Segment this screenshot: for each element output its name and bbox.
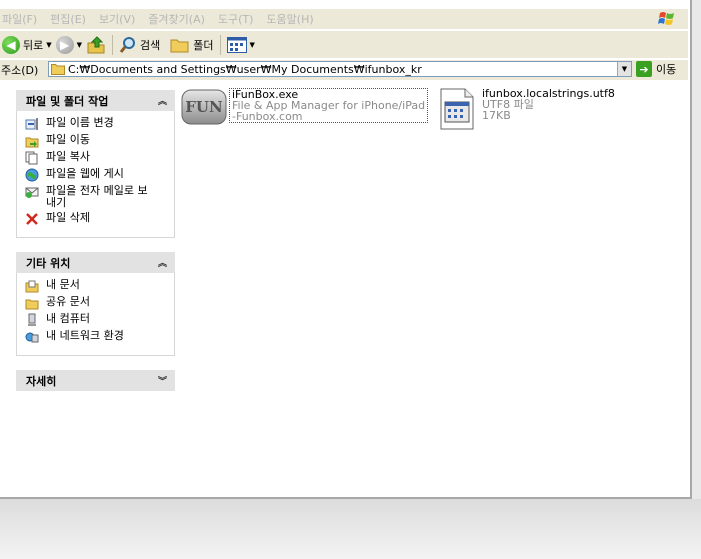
place-network[interactable]: 내 네트워크 환경 [25,330,168,344]
file-tasks-panel: 파일 및 폴더 작업 ︽ 파일 이름 변경 파일 이동 파일 복사 파일을 웹에… [16,90,175,238]
toolbar-separator [219,34,221,55]
app-icon-text: FUN [185,98,223,116]
file-item[interactable]: FUN iFunBox.exe File & App Manager for i… [181,88,429,128]
folders-icon [170,39,189,52]
task-copy[interactable]: 파일 복사 [25,151,168,165]
back-dropdown-icon[interactable]: ▼ [46,41,51,49]
place-my-documents[interactable]: 내 문서 [25,279,168,293]
up-folder-button[interactable] [84,33,108,57]
menu-help[interactable]: 도움말(H) [266,11,313,27]
file-item[interactable]: ifunbox.localstrings.utf8 UTF8 파일 17KB [440,88,615,130]
details-panel: 자세히 ︾ [16,370,175,391]
search-label: 검색 [140,38,161,52]
file-size: 17KB [482,109,511,122]
other-places-header[interactable]: 기타 위치 ︽ [16,252,175,273]
file-label-group: iFunBox.exe File & App Manager for iPhon… [229,88,429,123]
menu-file[interactable]: 파일(F) [2,11,37,27]
network-places-icon [25,332,39,343]
task-pane: 파일 및 폴더 작업 ︽ 파일 이름 변경 파일 이동 파일 복사 파일을 웹에… [16,90,175,405]
address-path: C:₩Documents and Settings₩user₩My Docume… [68,62,422,76]
other-places-list: 내 문서 공유 문서 내 컴퓨터 내 네트워크 환경 [16,273,175,356]
menu-bar: 파일(F) 편집(E) 보기(V) 즐겨찾기(A) 도구(T) 도움말(H) [0,9,688,29]
email-icon [25,187,39,198]
forward-dropdown-icon[interactable]: ▼ [77,41,82,49]
task-email[interactable]: 파일을 전자 메일로 보 내기 [25,185,168,209]
views-icon [226,36,247,53]
up-folder-icon [87,35,105,53]
other-places-title: 기타 위치 [26,256,71,270]
menu-tools[interactable]: 도구(T) [218,11,254,27]
forward-button[interactable]: ▶ ▼ [54,33,84,57]
rename-icon [25,118,38,130]
details-title: 자세히 [26,374,57,388]
file-company: -Funbox.com [232,110,303,123]
ifunbox-app-icon: FUN [181,89,227,125]
go-arrow-icon: ➔ [636,61,652,77]
forward-arrow-icon: ▶ [55,35,74,54]
address-input[interactable]: C:₩Documents and Settings₩user₩My Docume… [48,61,632,77]
place-my-computer[interactable]: 내 컴퓨터 [25,313,168,327]
file-label-group: ifunbox.localstrings.utf8 UTF8 파일 17KB [482,88,615,121]
task-publish-web[interactable]: 파일을 웹에 게시 [25,168,168,182]
address-bar: 주소(D) C:₩Documents and Settings₩user₩My … [0,59,688,81]
views-button[interactable]: ▼ [225,33,257,57]
menu-favorites[interactable]: 즐겨찾기(A) [148,11,205,27]
move-icon [25,137,39,148]
menu-edit[interactable]: 편집(E) [50,11,86,27]
window-bottom-shadow [0,499,701,559]
details-header[interactable]: 자세히 ︾ [16,370,175,391]
folder-view: 파일 및 폴더 작업 ︽ 파일 이름 변경 파일 이동 파일 복사 파일을 웹에… [0,80,688,497]
file-tasks-header[interactable]: 파일 및 폴더 작업 ︽ [16,90,175,111]
windows-logo-icon [658,12,674,25]
collapse-chevron-icon[interactable]: ︽ [158,94,167,107]
copy-icon [25,151,38,165]
toolbar-separator [112,34,114,55]
back-label: 뒤로 [23,38,44,52]
text-file-icon [440,88,474,130]
back-arrow-icon: ◀ [2,35,20,54]
folders-button[interactable]: 폴더 [168,33,215,57]
other-places-panel: 기타 위치 ︽ 내 문서 공유 문서 내 컴퓨터 내 네트워크 환경 [16,252,175,356]
go-button[interactable]: ➔ 이동 [636,61,676,77]
task-move[interactable]: 파일 이동 [25,134,168,148]
my-documents-icon [25,280,39,293]
explorer-window: 파일(F) 편집(E) 보기(V) 즐겨찾기(A) 도구(T) 도움말(H) ◀… [0,0,692,499]
task-delete[interactable]: 파일 삭제 [25,212,168,226]
standard-toolbar: ◀ 뒤로 ▼ ▶ ▼ 검색 폴더 ▼ [0,30,688,58]
folder-icon [51,64,65,75]
web-publish-icon [25,168,39,182]
shared-documents-icon [25,299,39,310]
address-label: 주소(D) [1,64,39,77]
address-dropdown-icon[interactable]: ▼ [617,62,631,76]
back-button[interactable]: ◀ 뒤로 ▼ [0,33,54,57]
folders-label: 폴더 [193,38,214,52]
task-rename[interactable]: 파일 이름 변경 [25,117,168,131]
menu-view[interactable]: 보기(V) [99,11,135,27]
delete-icon [26,213,38,225]
go-label: 이동 [656,63,677,76]
search-button[interactable]: 검색 [117,33,162,57]
file-tasks-list: 파일 이름 변경 파일 이동 파일 복사 파일을 웹에 게시 파일을 전자 메일… [16,111,175,238]
place-shared-documents[interactable]: 공유 문서 [25,296,168,310]
views-dropdown-icon[interactable]: ▼ [250,41,255,49]
expand-chevron-icon[interactable]: ︾ [158,374,167,387]
file-tasks-title: 파일 및 폴더 작업 [26,94,109,108]
search-icon [119,36,136,53]
collapse-chevron-icon[interactable]: ︽ [158,256,167,269]
my-computer-icon [28,313,36,326]
